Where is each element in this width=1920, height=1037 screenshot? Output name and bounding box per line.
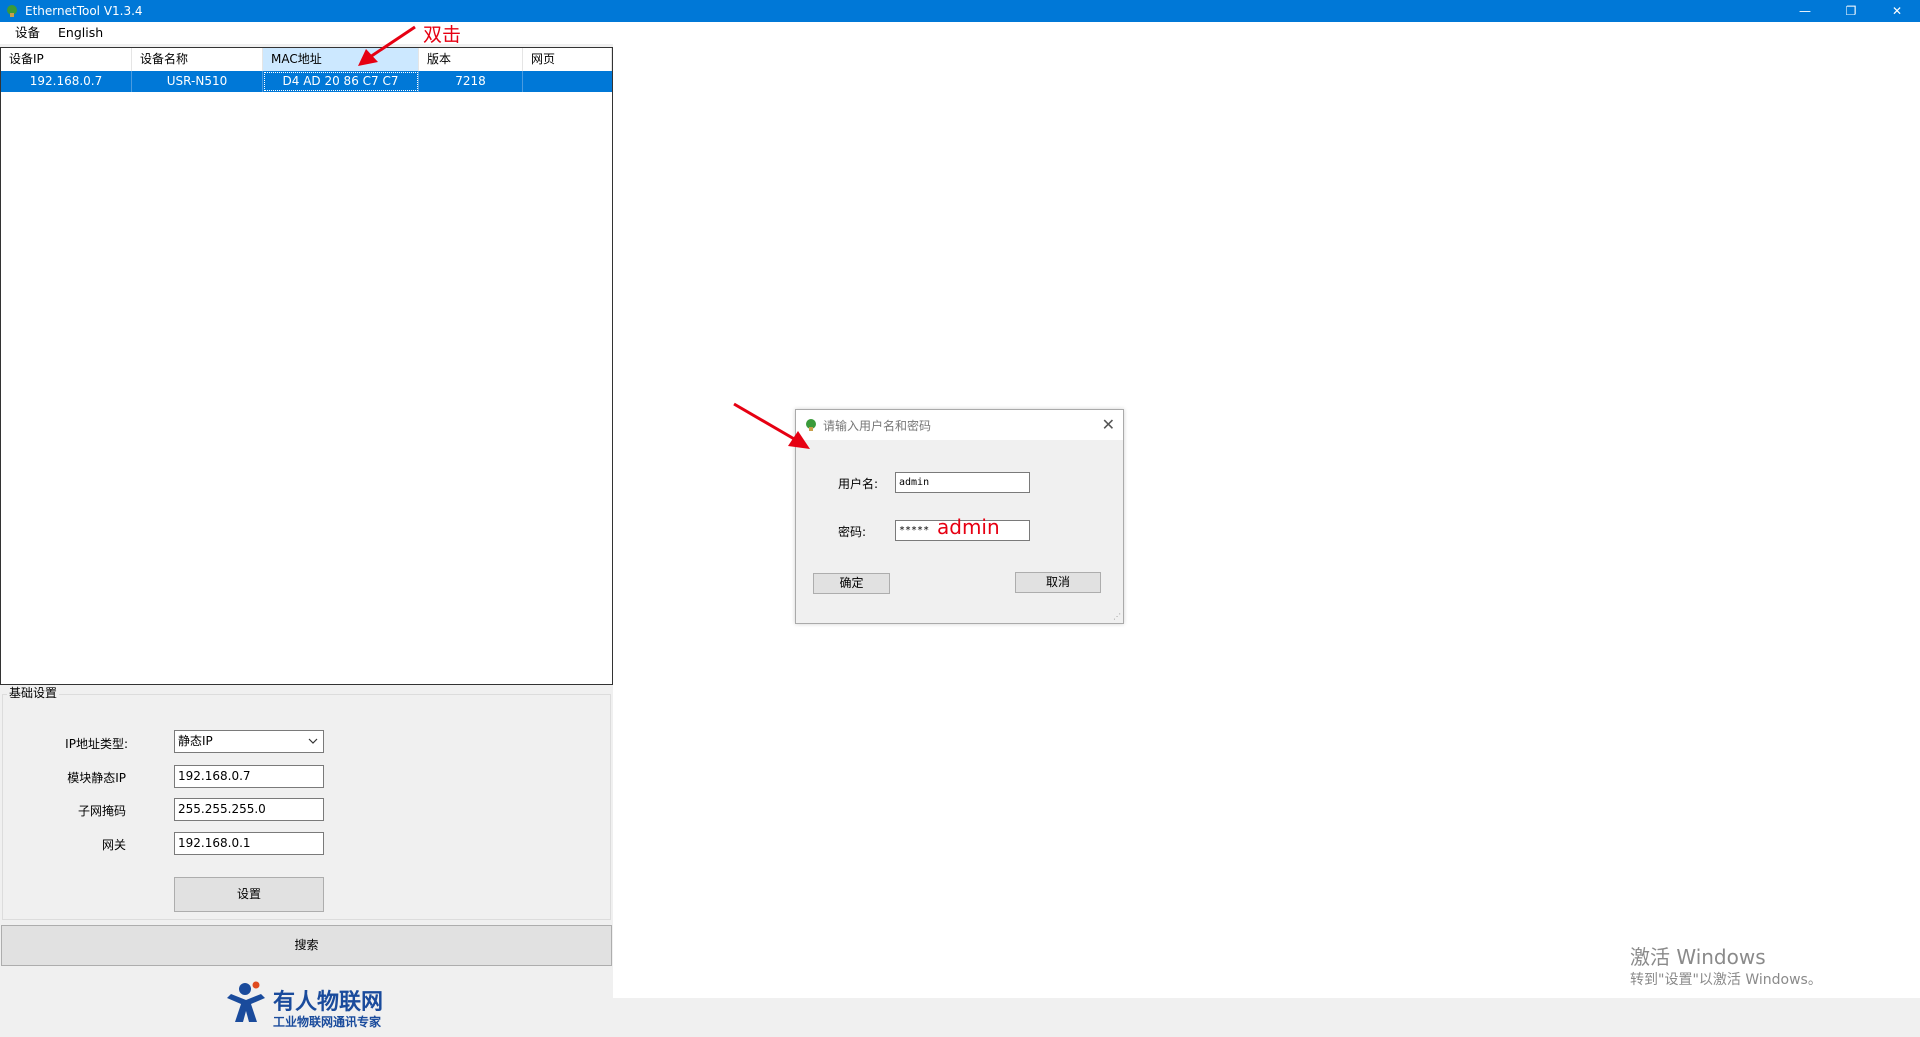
column-header-name[interactable]: 设备名称 [132, 48, 263, 71]
password-label: 密码: [838, 525, 867, 539]
window-title: EthernetTool V1.3.4 [25, 4, 143, 18]
static-ip-field[interactable]: 192.168.0.7 [174, 765, 324, 788]
group-title: 基础设置 [7, 685, 60, 701]
dialog-titlebar: 请输入用户名和密码 ✕ [796, 410, 1123, 440]
app-icon [7, 5, 17, 17]
close-button[interactable]: ✕ [1874, 0, 1920, 22]
window-titlebar: EthernetTool V1.3.4 — ❐ ✕ [0, 0, 1920, 22]
activation-subtitle: 转到"设置"以激活 Windows。 [1630, 972, 1822, 988]
logo-main-text: 有人物联网 [273, 990, 384, 1015]
resize-grip-icon[interactable]: ⋰ [1113, 612, 1121, 621]
menu-bar: 设备 English [0, 22, 1920, 44]
ip-type-value: 静态IP [178, 734, 213, 748]
table-row[interactable]: 192.168.0.7 USR-N510 D4 AD 20 86 C7 C7 7… [1, 71, 612, 92]
windows-activation-watermark: 激活 Windows 转到"设置"以激活 Windows。 [1630, 944, 1822, 990]
set-button[interactable]: 设置 [174, 877, 324, 912]
search-button[interactable]: 搜索 [1, 925, 612, 966]
annotation-double-click: 双击 [423, 24, 462, 46]
brand-logo: 有人物联网 工业物联网通讯专家 [223, 978, 403, 1030]
ip-type-select[interactable]: 静态IP [174, 730, 324, 753]
logo-person-icon [227, 981, 265, 1022]
subnet-field[interactable]: 255.255.255.0 [174, 798, 324, 821]
cell-ip[interactable]: 192.168.0.7 [1, 71, 132, 92]
username-label: 用户名: [838, 477, 879, 491]
app-icon [806, 419, 816, 431]
restore-button[interactable]: ❐ [1828, 0, 1874, 22]
ip-type-label: IP地址类型: [65, 737, 128, 751]
dropdown-chevron-icon [308, 738, 318, 744]
activation-title: 激活 Windows [1630, 945, 1766, 969]
subnet-label: 子网掩码 [77, 804, 126, 818]
gateway-label: 网关 [101, 838, 126, 852]
cell-version[interactable]: 7218 [419, 71, 523, 92]
close-icon[interactable]: ✕ [1102, 415, 1115, 434]
menu-device[interactable]: 设备 [0, 22, 49, 44]
static-ip-label: 模块静态IP [67, 771, 126, 785]
list-header: 设备IP 设备名称 MAC地址 版本 网页 [1, 48, 612, 71]
dialog-title: 请输入用户名和密码 [823, 418, 932, 433]
minimize-button[interactable]: — [1782, 0, 1828, 22]
column-header-mac[interactable]: MAC地址 [263, 48, 419, 71]
cell-name[interactable]: USR-N510 [132, 71, 263, 92]
ok-button[interactable]: 确定 [813, 573, 890, 594]
cell-web[interactable] [523, 71, 612, 92]
column-header-web[interactable]: 网页 [523, 48, 612, 71]
device-list[interactable]: 设备IP 设备名称 MAC地址 版本 网页 192.168.0.7 USR-N5… [0, 47, 613, 685]
column-header-version[interactable]: 版本 [419, 48, 523, 71]
column-header-ip[interactable]: 设备IP [1, 48, 132, 71]
cell-mac[interactable]: D4 AD 20 86 C7 C7 [263, 71, 419, 92]
cancel-button[interactable]: 取消 [1015, 572, 1101, 593]
menu-english[interactable]: English [49, 22, 112, 44]
gateway-field[interactable]: 192.168.0.1 [174, 832, 324, 855]
annotation-password-hint: admin [937, 515, 1000, 539]
logo-sub-text: 工业物联网通讯专家 [273, 1015, 382, 1029]
username-field[interactable]: admin [895, 472, 1030, 493]
